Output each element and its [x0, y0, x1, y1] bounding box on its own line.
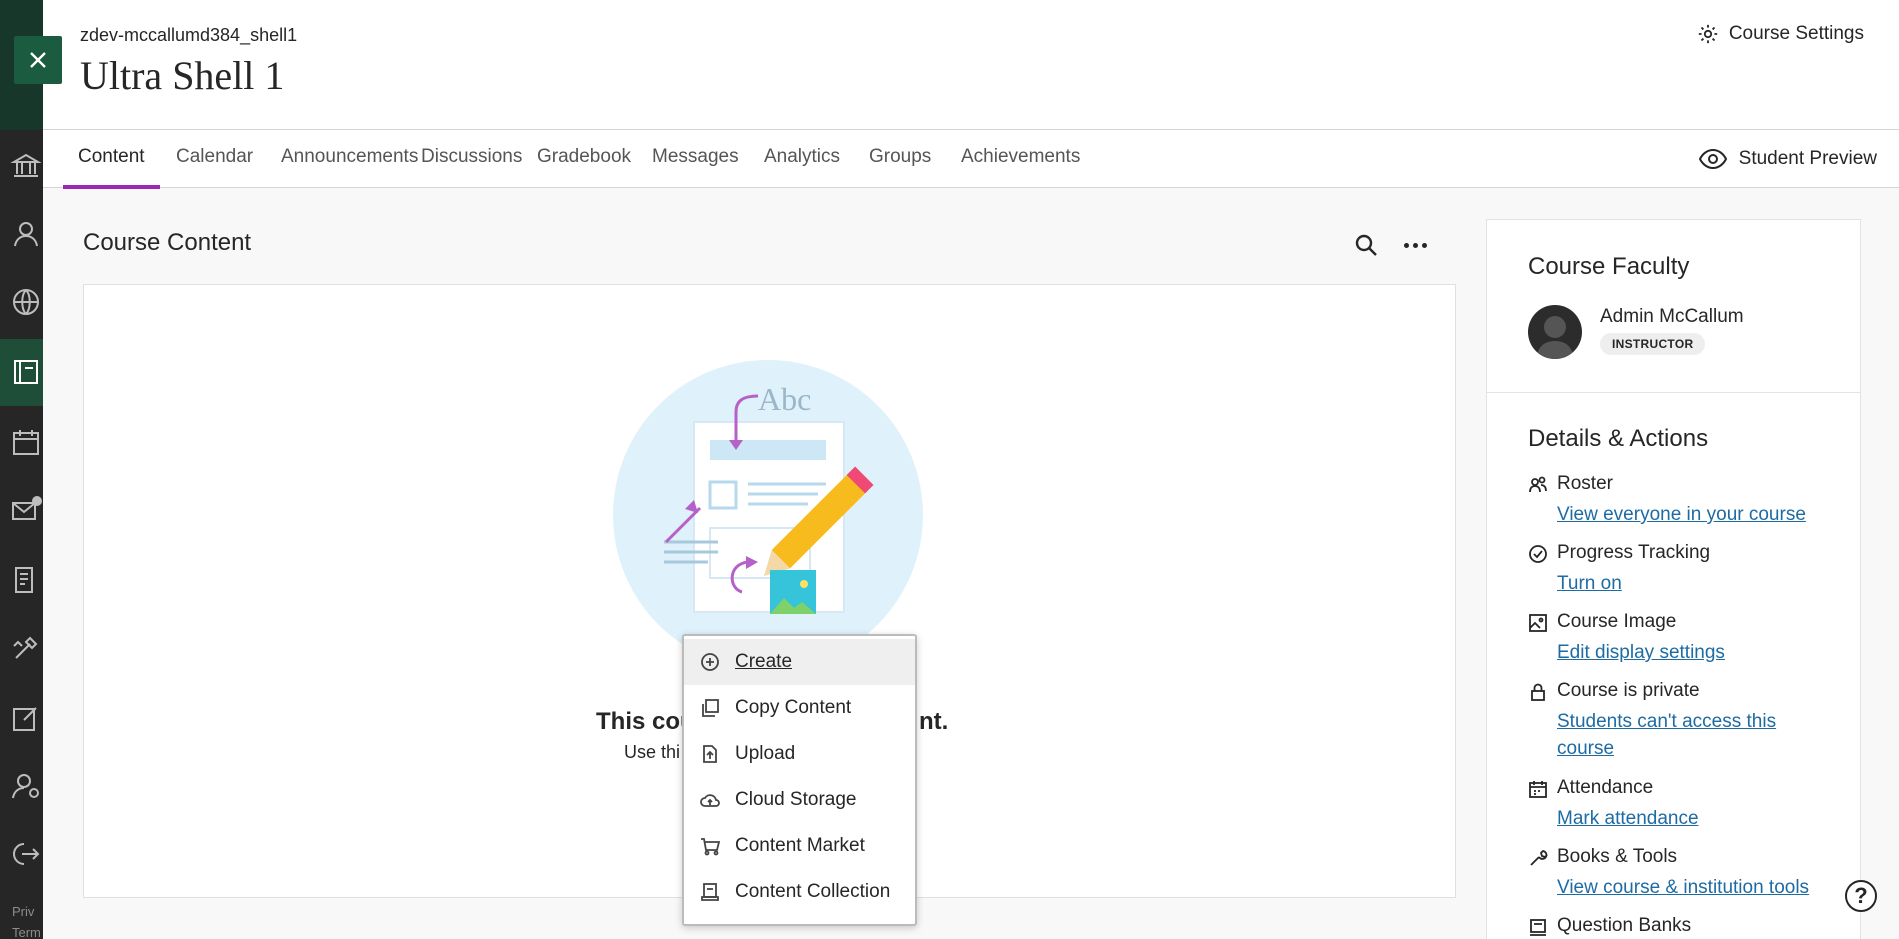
upload-icon — [703, 745, 717, 763]
empty-title-end: nt. — [919, 708, 949, 735]
course-content-title: Course Content — [83, 229, 252, 256]
menu-item-create[interactable]: Create — [684, 639, 915, 685]
roster-label: Roster — [1557, 473, 1613, 494]
roster-icon — [1529, 476, 1547, 493]
menu-item-upload[interactable]: Upload — [684, 731, 915, 777]
menu-item-label: Copy Content — [735, 697, 852, 718]
person-silhouette-icon — [1536, 316, 1574, 359]
lock-icon — [1531, 683, 1545, 701]
tab-achievements[interactable]: Achievements — [946, 130, 1095, 188]
course-faculty-title: Course Faculty — [1528, 253, 1690, 280]
menu-item-label: Create — [735, 651, 793, 672]
empty-content-illustration: Abc — [613, 360, 923, 670]
course-id: zdev-mccallumd384_shell1 — [80, 25, 298, 45]
tools-icon[interactable] — [10, 632, 42, 664]
menu-item-copy-content[interactable]: Copy Content — [684, 685, 915, 731]
roster-link[interactable]: View everyone in your course — [1557, 501, 1817, 528]
more-dot — [1412, 242, 1418, 248]
menu-item-label: Content Market — [735, 835, 865, 856]
cloud-upload-icon — [700, 794, 720, 807]
copy-icon — [702, 699, 719, 717]
collection-icon — [701, 883, 719, 901]
menu-item-cloud-storage[interactable]: Cloud Storage — [684, 777, 915, 823]
empty-title-start: This cou — [596, 708, 695, 735]
tab-content[interactable]: Content — [63, 130, 160, 189]
course-settings-button[interactable]: Course Settings — [1697, 23, 1864, 45]
tab-messages[interactable]: Messages — [637, 130, 754, 188]
left-nav-rail: Priv Term — [0, 0, 43, 939]
course-tabs: Content Calendar Announcements Discussio… — [43, 130, 1899, 189]
attendance-label: Attendance — [1557, 777, 1654, 798]
assignments-icon[interactable] — [10, 702, 42, 734]
sidebar-divider — [1487, 392, 1860, 393]
admin-icon[interactable] — [10, 770, 42, 802]
course-private-link[interactable]: Students can't access this course — [1557, 708, 1817, 762]
student-preview-button[interactable]: Student Preview — [1697, 146, 1877, 172]
course-image-label: Course Image — [1557, 611, 1677, 632]
course-image-link[interactable]: Edit display settings — [1557, 639, 1817, 666]
globe-icon[interactable] — [10, 286, 42, 318]
gear-icon — [1698, 24, 1717, 44]
course-settings-label: Course Settings — [1728, 23, 1864, 44]
sign-out-icon[interactable] — [10, 838, 42, 870]
course-private-label: Course is private — [1557, 680, 1700, 701]
more-dot — [1421, 242, 1427, 248]
progress-tracking-label: Progress Tracking — [1557, 542, 1711, 563]
tab-discussions[interactable]: Discussions — [406, 130, 537, 188]
terms-link[interactable]: Term — [12, 925, 41, 939]
menu-item-content-market[interactable]: Content Market — [684, 823, 915, 869]
plus-circle-icon — [701, 653, 719, 671]
grades-icon[interactable] — [10, 564, 42, 596]
question-banks-label: Question Banks — [1557, 915, 1692, 936]
progress-tracking-link[interactable]: Turn on — [1557, 570, 1817, 597]
more-options-button[interactable] — [1400, 232, 1430, 258]
attendance-link[interactable]: Mark attendance — [1557, 805, 1817, 832]
search-button[interactable] — [1353, 232, 1379, 258]
check-circle-icon — [1529, 545, 1547, 563]
student-preview-label: Student Preview — [1738, 148, 1877, 169]
illustration-text: Abc — [758, 381, 811, 417]
course-header: zdev-mccallumd384_shell1 Ultra Shell 1 C… — [43, 0, 1899, 130]
menu-item-label: Content Collection — [735, 881, 891, 902]
menu-item-label: Upload — [735, 743, 796, 764]
course-sidebar: Course Faculty Admin McCallum INSTRUCTOR… — [1486, 219, 1861, 939]
calendar-icon[interactable] — [10, 426, 42, 458]
tab-gradebook[interactable]: Gradebook — [522, 130, 646, 188]
close-icon — [30, 52, 46, 68]
avatar[interactable] — [1528, 305, 1582, 359]
empty-state-subtitle: Use thi — [624, 742, 681, 762]
question-bank-icon — [1530, 919, 1546, 936]
empty-state-title: This cou nt. — [596, 708, 948, 736]
attendance-icon — [1529, 781, 1547, 798]
menu-item-label: Cloud Storage — [735, 789, 857, 810]
help-button[interactable]: ? — [1845, 880, 1877, 912]
menu-item-content-collection[interactable]: Content Collection — [684, 869, 915, 915]
institution-icon[interactable] — [10, 150, 42, 182]
profile-icon[interactable] — [10, 218, 42, 250]
faculty-name[interactable]: Admin McCallum — [1600, 306, 1744, 328]
cart-icon — [701, 838, 721, 856]
more-dot — [1403, 242, 1409, 248]
course-title: Ultra Shell 1 — [80, 53, 285, 98]
tab-groups[interactable]: Groups — [854, 130, 946, 188]
details-actions-title: Details & Actions — [1528, 425, 1709, 452]
faculty-role-badge: INSTRUCTOR — [1600, 333, 1706, 355]
messages-icon[interactable] — [10, 494, 42, 526]
eye-refresh-icon — [1698, 148, 1727, 170]
close-button[interactable] — [14, 36, 62, 84]
privacy-link[interactable]: Priv — [12, 904, 34, 919]
books-tools-label: Books & Tools — [1557, 846, 1678, 867]
search-icon — [1355, 234, 1377, 256]
tab-analytics[interactable]: Analytics — [749, 130, 855, 188]
books-tools-link[interactable]: View course & institution tools — [1557, 874, 1817, 901]
courses-icon[interactable] — [10, 356, 42, 388]
add-content-menu: Create Copy Content Upload Cloud Storage… — [682, 634, 917, 926]
image-icon — [1529, 614, 1547, 632]
tab-calendar[interactable]: Calendar — [161, 130, 268, 188]
wrench-icon — [1530, 850, 1548, 866]
